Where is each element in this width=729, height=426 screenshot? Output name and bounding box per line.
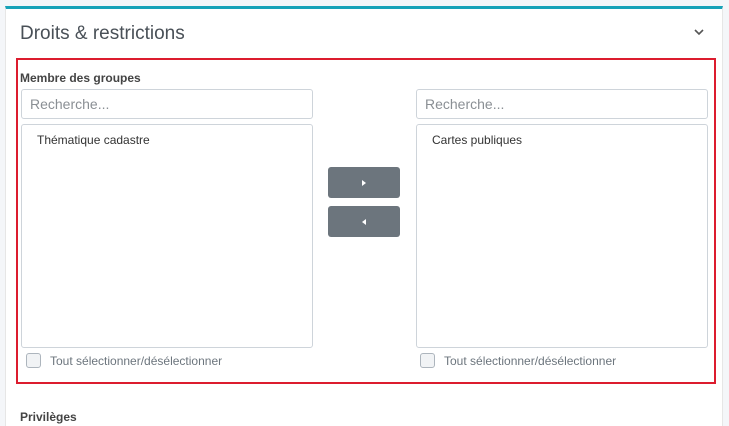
caret-left-icon <box>362 218 366 225</box>
right-select-all-label: Tout sélectionner/désélectionner <box>444 353 617 368</box>
move-right-button[interactable] <box>328 167 400 198</box>
left-select-all-checkbox[interactable] <box>26 353 41 368</box>
available-groups-listbox[interactable]: Thématique cadastre <box>21 124 313 348</box>
right-select-all-checkbox[interactable] <box>420 353 435 368</box>
list-item[interactable]: Thématique cadastre <box>22 131 312 149</box>
left-select-all-label: Tout sélectionner/désélectionner <box>50 353 223 368</box>
privileges-label: Privilèges <box>20 410 77 424</box>
left-select-all[interactable]: Tout sélectionner/désélectionner <box>26 353 222 368</box>
rights-restrictions-card: Droits & restrictions Membre des groupes… <box>5 6 723 426</box>
list-item[interactable]: Cartes publiques <box>417 131 707 149</box>
left-search-input[interactable] <box>21 89 313 119</box>
right-search-input[interactable] <box>416 89 708 119</box>
move-left-button[interactable] <box>328 206 400 237</box>
selected-groups-listbox[interactable]: Cartes publiques <box>416 124 708 348</box>
right-select-all[interactable]: Tout sélectionner/désélectionner <box>420 353 616 368</box>
group-membership-label: Membre des groupes <box>20 71 141 85</box>
card-title: Droits & restrictions <box>20 23 185 44</box>
caret-right-icon <box>362 179 366 186</box>
chevron-down-icon <box>694 29 704 36</box>
collapse-button[interactable] <box>692 25 706 39</box>
